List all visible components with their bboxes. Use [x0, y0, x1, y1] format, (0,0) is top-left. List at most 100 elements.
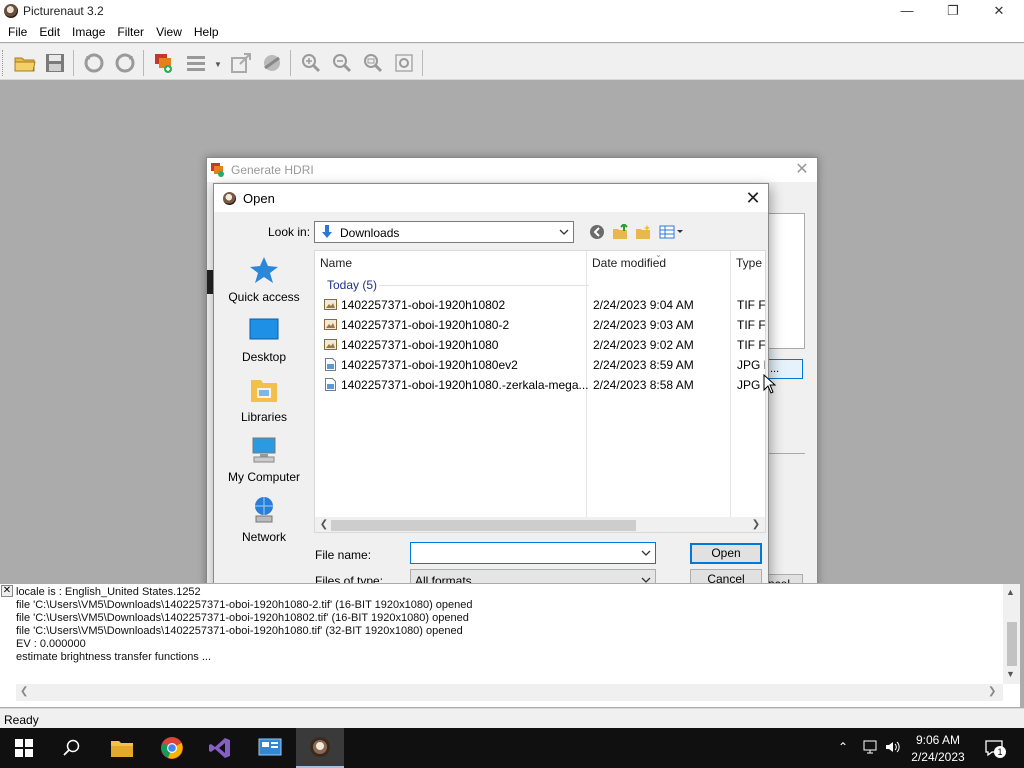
file-list-hscrollbar[interactable]: ❮ ❯ — [315, 517, 765, 532]
scroll-thumb[interactable] — [1007, 622, 1017, 666]
file-row[interactable]: 1402257371-oboi-1920h1080 2/24/2023 9:02… — [319, 335, 765, 355]
zoom-fit-icon[interactable] — [360, 50, 386, 76]
column-header-type[interactable]: Type — [731, 251, 765, 275]
zoom-out-icon[interactable] — [329, 50, 355, 76]
column-header-name[interactable]: Name — [315, 251, 586, 275]
file-date: 2/24/2023 8:58 AM — [593, 378, 694, 392]
zoom-in-icon[interactable] — [298, 50, 324, 76]
taskbar-file-explorer[interactable] — [98, 728, 146, 768]
start-button[interactable] — [0, 728, 48, 768]
close-button[interactable]: ✕ — [976, 0, 1022, 22]
scroll-thumb[interactable] — [331, 520, 636, 531]
clock-time[interactable]: 9:06 AM — [900, 733, 976, 747]
scroll-up-icon[interactable]: ▲ — [1006, 587, 1015, 597]
save-icon[interactable] — [42, 50, 68, 76]
taskbar-picturenaut[interactable] — [296, 728, 344, 768]
group-header[interactable]: Today (5) — [327, 278, 377, 292]
view-menu-icon[interactable] — [658, 223, 686, 241]
back-icon[interactable] — [587, 223, 607, 241]
file-date: 2/24/2023 9:02 AM — [593, 338, 694, 352]
menu-filter[interactable]: Filter — [111, 22, 150, 42]
tonemap-icon[interactable] — [259, 50, 285, 76]
menu-file[interactable]: File — [2, 22, 33, 42]
log-line: estimate brightness transfer functions .… — [16, 651, 212, 663]
restore-button[interactable]: ❐ — [930, 0, 976, 22]
file-type: TIF Fi — [737, 338, 766, 352]
scroll-left-icon[interactable]: ❮ — [317, 518, 331, 532]
taskbar-visual-studio[interactable] — [196, 728, 244, 768]
up-folder-icon[interactable] — [610, 223, 630, 241]
volume-icon[interactable] — [884, 739, 900, 755]
rotate-left-icon[interactable] — [81, 50, 107, 76]
tray-chevron-up-icon[interactable]: ⌃ — [838, 740, 848, 754]
menu-view[interactable]: View — [150, 22, 188, 42]
open-folder-icon[interactable] — [12, 50, 38, 76]
zoom-actual-icon[interactable] — [391, 50, 417, 76]
place-desktop[interactable]: Desktop — [224, 310, 304, 366]
chevron-down-icon[interactable] — [639, 545, 653, 561]
chevron-down-icon[interactable]: ▼ — [214, 60, 222, 69]
toolbar-separator — [73, 50, 74, 76]
open-close-button[interactable]: ✕ — [742, 187, 764, 209]
file-name-input[interactable] — [410, 542, 656, 564]
libraries-icon — [251, 380, 277, 402]
app-titlebar: Picturenaut 3.2 — ❐ ✕ — [0, 0, 1024, 22]
hdri-image-list[interactable] — [767, 213, 805, 349]
folder-icon — [111, 741, 133, 757]
file-name: 1402257371-oboi-1920h1080 — [341, 338, 499, 352]
file-row[interactable]: 1402257371-oboi-1920h1080ev2 2/24/2023 8… — [319, 355, 765, 375]
taskbar: ⌃ 9:06 AM 2/24/2023 1 — [0, 728, 1024, 768]
new-folder-icon[interactable] — [633, 223, 653, 241]
file-name: 1402257371-oboi-1920h1080-2 — [341, 318, 510, 332]
open-button[interactable]: Open — [690, 543, 762, 564]
look-in-label: Look in: — [268, 225, 311, 239]
open-dialog: Open ✕ Look in: Downloads Quick access D… — [213, 183, 769, 598]
log-close-icon[interactable]: ✕ — [1, 585, 13, 597]
file-date: 2/24/2023 9:03 AM — [593, 318, 694, 332]
file-row[interactable]: 1402257371-oboi-1920h10802 2/24/2023 9:0… — [319, 295, 765, 315]
adjust-icon[interactable] — [184, 50, 210, 76]
place-libraries[interactable]: Libraries — [224, 370, 304, 426]
scroll-down-icon[interactable]: ▼ — [1006, 669, 1015, 679]
place-network[interactable]: Network — [224, 490, 304, 546]
taskbar-control-panel[interactable] — [246, 728, 294, 768]
log-hscrollbar[interactable]: ❮ ❯ — [16, 684, 1003, 701]
group-divider — [379, 285, 589, 286]
file-row[interactable]: 1402257371-oboi-1920h1080-2 2/24/2023 9:… — [319, 315, 765, 335]
place-label: Quick access — [228, 290, 300, 304]
jpg-file-icon — [325, 378, 336, 391]
file-list[interactable]: Name Date modified Type ⌄ Today (5) 1402… — [314, 250, 766, 533]
generate-hdri-icon[interactable] — [151, 50, 177, 76]
notification-button[interactable]: 1 — [984, 738, 1006, 758]
generate-hdri-icon — [211, 163, 224, 177]
place-my-computer[interactable]: My Computer — [224, 430, 304, 486]
taskbar-chrome[interactable] — [148, 728, 196, 768]
notification-count: 1 — [994, 746, 1006, 758]
file-name: 1402257371-oboi-1920h1080.-zerkala-mega.… — [341, 378, 589, 392]
resize-icon[interactable] — [228, 50, 254, 76]
scroll-right-icon[interactable]: ❯ — [749, 518, 763, 532]
network-icon[interactable] — [862, 739, 878, 755]
file-type: JPG F — [737, 378, 765, 392]
log-panel: ✕ locale is : English_United States.1252… — [0, 583, 1020, 707]
place-quick-access[interactable]: Quick access — [224, 250, 304, 306]
menu-help[interactable]: Help — [188, 22, 225, 42]
menu-edit[interactable]: Edit — [33, 22, 66, 42]
clock-date[interactable]: 2/24/2023 — [900, 750, 976, 764]
minimize-button[interactable]: — — [884, 0, 930, 22]
search-button[interactable] — [48, 728, 96, 768]
search-icon — [63, 739, 80, 756]
look-in-dropdown[interactable]: Downloads — [314, 221, 574, 243]
rotate-right-icon[interactable] — [112, 50, 138, 76]
hdri-titlebar: Generate HDRI ✕ — [207, 158, 817, 182]
scroll-left-icon[interactable]: ❮ — [20, 686, 28, 697]
menu-image[interactable]: Image — [66, 22, 111, 42]
log-vscrollbar[interactable]: ▲ ▼ — [1003, 584, 1020, 684]
scroll-right-icon[interactable]: ❯ — [988, 686, 996, 697]
visual-studio-icon — [209, 738, 230, 758]
hdri-title: Generate HDRI — [231, 163, 314, 177]
place-label: Network — [241, 530, 286, 544]
mouse-cursor-icon — [763, 374, 777, 394]
hdri-close-button[interactable]: ✕ — [792, 160, 812, 180]
file-row[interactable]: 1402257371-oboi-1920h1080.-zerkala-mega.… — [319, 375, 765, 395]
